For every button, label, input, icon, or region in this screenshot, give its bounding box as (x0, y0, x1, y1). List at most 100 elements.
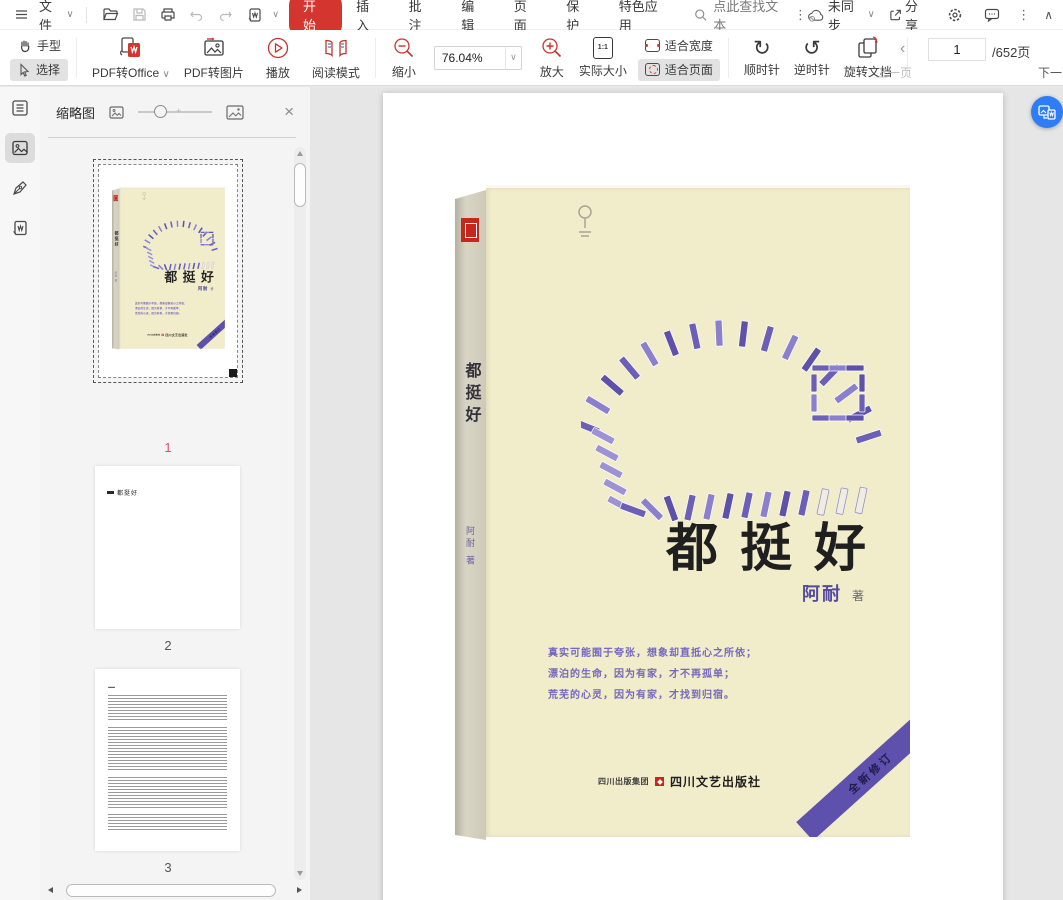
zoom-out-button[interactable]: 缩小 (384, 32, 424, 84)
pdf-to-image-button[interactable]: PDF转图片 (177, 32, 251, 84)
pdf-to-word-floating-button[interactable] (1031, 96, 1063, 128)
signature-panel-button[interactable] (5, 173, 35, 203)
fit-width-button[interactable]: 适合宽度 (638, 35, 720, 57)
play-button[interactable]: 播放 (251, 32, 305, 84)
divider (76, 37, 78, 78)
book-author-suffix: 著 (210, 287, 214, 291)
sync-status[interactable]: 未同步 ∨ (807, 0, 875, 34)
previous-page-button[interactable]: 上一页 (876, 64, 912, 81)
feedback-comment-icon[interactable] (980, 4, 1003, 26)
horizontal-scroll-thumb[interactable] (66, 884, 276, 897)
page-navigation: ‹ /652页 上一页 下一页 (868, 30, 1063, 86)
publisher-mark-icon (161, 333, 164, 337)
thumbnail-image-icon (12, 140, 28, 156)
settings-gear-icon[interactable] (944, 4, 967, 26)
print-icon[interactable] (157, 4, 180, 26)
divider (85, 6, 87, 23)
rotate-counterclockwise-button[interactable]: ↺ 逆时针 (787, 32, 837, 84)
tab-edit[interactable]: 编辑 (461, 0, 486, 34)
share-button[interactable]: 分享 (889, 0, 930, 34)
thumbnail-page-number: 1 (164, 440, 172, 455)
spine-author: 阿耐 著 (465, 526, 475, 568)
previous-page-chevron-icon[interactable]: ‹ (900, 40, 905, 58)
selection-resize-handle[interactable] (229, 369, 237, 377)
thumbnail-size-slider[interactable]: + (138, 105, 213, 119)
collapse-ribbon-icon[interactable]: ∧ (1044, 9, 1053, 21)
actual-size-button[interactable]: 1:1 实际大小 (572, 32, 634, 84)
scroll-down-arrow[interactable] (297, 871, 303, 876)
tab-insert[interactable]: 插入 (356, 0, 381, 34)
fit-page-icon (644, 63, 660, 76)
tab-annotate[interactable]: 批注 (409, 0, 434, 34)
document-view[interactable]: 都挺好 阿耐 著 都挺好 阿耐 著 真实可能囿于夸张，想象却直抵心之所依； 漂泊的… (310, 87, 1063, 900)
text-mark (107, 491, 114, 494)
fit-page-button[interactable]: 适合页面 (637, 58, 720, 81)
scroll-left-arrow[interactable] (48, 887, 53, 893)
navigation-panel-strip (0, 87, 40, 900)
hand-icon (21, 40, 30, 53)
file-menu[interactable]: 文件 ∨ (39, 0, 74, 34)
open-file-icon[interactable] (99, 4, 122, 26)
book-author: 阿耐 (801, 584, 842, 604)
chevron-down-icon[interactable]: ∨ (504, 46, 521, 69)
thumbnail-page-2[interactable]: 都挺好 (95, 466, 240, 629)
rotate-clockwise-button[interactable]: ↻ 顺时针 (737, 32, 787, 84)
chevron-down-icon[interactable]: ∨ (272, 10, 279, 19)
thumbnail-sidebar: 缩略图 + × 都挺好 阿耐 著 都挺好 阿耐 著 真实可能囿于夸张，想象却直抵… (40, 87, 310, 900)
chevron-down-icon: ∨ (162, 68, 170, 80)
read-mode-label: 阅读模式 (311, 65, 360, 80)
small-thumbnail-icon[interactable] (109, 105, 124, 119)
tab-protect[interactable]: 保护 (566, 0, 591, 34)
current-page-input[interactable] (928, 38, 986, 61)
more-options-icon[interactable]: ⋮ (794, 7, 807, 23)
redo-icon[interactable] (214, 4, 237, 26)
more-menu-icon[interactable]: ⋮ (1017, 7, 1030, 23)
zoom-out-label: 缩小 (391, 64, 416, 79)
thumbnail-panel-header: 缩略图 + × (40, 87, 310, 137)
domino-artwork (143, 220, 218, 271)
sidebar-vertical-scrollbar[interactable] (294, 147, 306, 880)
slider-midpoint-tick: + (176, 106, 182, 116)
outline-panel-button[interactable] (5, 93, 35, 123)
find-text-button[interactable]: 点此查找文本 ⋮ (694, 0, 807, 34)
book-title: 都挺好 (665, 520, 888, 578)
slider-track (138, 111, 213, 113)
publisher-emblem-icon (578, 205, 592, 237)
hand-tool-label: 手型 (37, 39, 62, 53)
thumbnail-page-1-card[interactable]: 都挺好 阿耐 著 都挺好 阿耐 著 真实可能囿于夸张，想象却直抵心之所依； 漂泊的… (98, 164, 238, 378)
select-tool-button[interactable]: 选择 (10, 58, 69, 81)
word-doc-icon (13, 220, 27, 236)
corner-ribbon: 全新修订 (196, 315, 225, 349)
save-icon[interactable] (128, 4, 151, 26)
pdf-to-word-panel-button[interactable] (5, 213, 35, 243)
fit-width-label: 适合宽度 (664, 39, 713, 53)
close-panel-icon[interactable]: × (284, 102, 294, 122)
vertical-scroll-thumb[interactable] (294, 163, 306, 207)
thumbnail-panel-button[interactable] (5, 133, 35, 163)
read-mode-button[interactable]: 阅读模式 (305, 32, 367, 84)
slider-knob[interactable] (154, 105, 168, 118)
thumbnail-panel-title: 缩略图 (56, 105, 96, 121)
next-page-button[interactable]: 下一页 (1038, 64, 1063, 81)
chapter-heading: 一 (108, 685, 115, 692)
rotate-counterclockwise-icon: ↺ (803, 35, 821, 60)
pdf-to-word-quick-icon[interactable] (243, 4, 266, 26)
thumbnail-page-1-selected[interactable]: 都挺好 阿耐 著 都挺好 阿耐 著 真实可能囿于夸张，想象却直抵心之所依； 漂泊的… (93, 159, 243, 383)
hand-tool-button[interactable]: 手型 (10, 35, 68, 57)
pdf-to-office-button[interactable]: PDF转Office ∨ (85, 32, 177, 84)
thumbnail-page-3[interactable]: 一 (95, 669, 240, 851)
publisher-logo-red (113, 195, 117, 201)
pdf-page-1[interactable]: 都挺好 阿耐 著 都挺好 阿耐 著 真实可能囿于夸张，想象却直抵心之所依； 漂泊的… (383, 93, 1003, 900)
sidebar-horizontal-scrollbar[interactable] (44, 884, 306, 897)
tab-page[interactable]: 页面 (514, 0, 539, 34)
publisher-logo-red (461, 218, 479, 242)
hamburger-menu-icon[interactable] (10, 4, 33, 26)
zoom-level-select[interactable]: 76.04% ∨ (433, 45, 522, 70)
scroll-up-arrow[interactable] (297, 151, 303, 156)
large-thumbnail-icon[interactable] (226, 104, 244, 120)
undo-icon[interactable] (186, 4, 209, 26)
tab-features[interactable]: 特色应用 (619, 0, 668, 34)
scroll-right-arrow[interactable] (297, 887, 302, 893)
thumbnail-list[interactable]: 都挺好 阿耐 著 都挺好 阿耐 著 真实可能囿于夸张，想象却直抵心之所依； 漂泊的… (40, 138, 310, 884)
zoom-in-button[interactable]: 放大 (532, 32, 572, 84)
